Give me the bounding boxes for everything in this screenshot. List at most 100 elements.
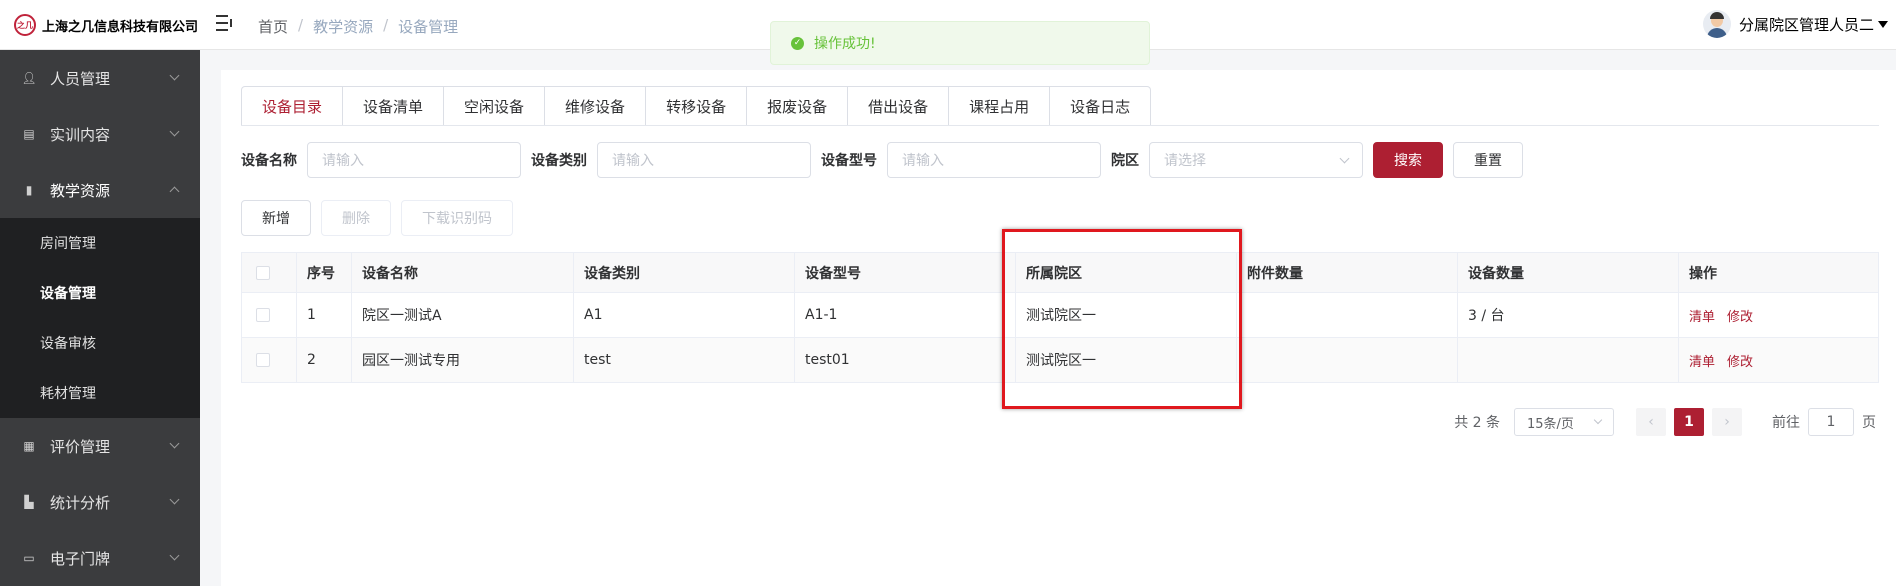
breadcrumb-teaching-resources[interactable]: 教学资源 bbox=[313, 16, 373, 37]
tab-transfer-devices[interactable]: 转移设备 bbox=[646, 86, 748, 126]
calendar-icon: ▦ bbox=[23, 439, 35, 453]
check-circle-icon: ✓ bbox=[791, 36, 804, 50]
breadcrumb: 首页 / 教学资源 / 设备管理 bbox=[258, 16, 458, 37]
prev-page-button[interactable]: ‹ bbox=[1636, 408, 1666, 436]
sidebar-item-teaching-resources[interactable]: ▮ 教学资源 bbox=[0, 162, 200, 218]
sidebar-item-doorplate[interactable]: ▭ 电子门牌 bbox=[0, 530, 200, 586]
tab-device-catalog[interactable]: 设备目录 bbox=[241, 86, 344, 126]
cell-operations: 清单 修改 bbox=[1679, 338, 1878, 382]
chevron-down-icon bbox=[1339, 153, 1350, 164]
cell-campus: 测试院区一 bbox=[1016, 293, 1237, 337]
select-all-cell bbox=[242, 253, 297, 292]
list-link[interactable]: 清单 bbox=[1689, 306, 1715, 325]
campus-select[interactable]: 请选择 bbox=[1149, 142, 1363, 178]
goto-suffix: 页 bbox=[1862, 415, 1876, 431]
page-size-select[interactable]: 15条/页 bbox=[1514, 408, 1614, 436]
edit-link[interactable]: 修改 bbox=[1727, 351, 1753, 370]
monitor-icon: ▭ bbox=[23, 551, 35, 565]
breadcrumb-home[interactable]: 首页 bbox=[258, 16, 288, 37]
chevron-up-icon bbox=[169, 186, 180, 197]
chevron-down-icon bbox=[169, 438, 180, 449]
device-tabs: 设备目录 设备清单 空闲设备 维修设备 转移设备 报废设备 借出设备 课程占用 … bbox=[241, 86, 1152, 126]
tab-scrapped-devices[interactable]: 报废设备 bbox=[747, 86, 849, 126]
search-button[interactable]: 搜索 bbox=[1373, 142, 1443, 178]
sidebar-item-label: 评价管理 bbox=[50, 437, 111, 456]
add-button[interactable]: 新增 bbox=[241, 200, 311, 236]
header-device-name: 设备名称 bbox=[352, 253, 574, 292]
menu-toggle-icon[interactable] bbox=[216, 15, 234, 31]
submenu-item-rooms[interactable]: 房间管理 bbox=[0, 218, 200, 268]
table-header-row: 序号 设备名称 设备类别 设备型号 所属院区 附件数量 设备数量 操作 bbox=[242, 253, 1878, 293]
cell-campus: 测试院区一 bbox=[1016, 338, 1237, 382]
reset-button[interactable]: 重置 bbox=[1453, 142, 1523, 178]
cell-attachments bbox=[1237, 338, 1458, 382]
cell-device-count bbox=[1458, 338, 1679, 382]
tab-device-list[interactable]: 设备清单 bbox=[343, 86, 445, 126]
device-type-input[interactable]: 请输入 bbox=[597, 142, 811, 178]
next-page-button[interactable]: › bbox=[1712, 408, 1742, 436]
tab-idle-devices[interactable]: 空闲设备 bbox=[444, 86, 546, 126]
edit-link[interactable]: 修改 bbox=[1727, 306, 1753, 325]
row-select-cell bbox=[242, 338, 297, 382]
device-type-label: 设备类别 bbox=[531, 153, 587, 169]
device-name-input[interactable]: 请输入 bbox=[307, 142, 521, 178]
submenu-teaching-resources: 房间管理 设备管理 设备审核 耗材管理 bbox=[0, 218, 200, 418]
cell-device-name: 园区一测试专用 bbox=[352, 338, 574, 382]
chevron-down-icon bbox=[169, 550, 180, 561]
goto-prefix: 前往 bbox=[1772, 415, 1800, 431]
tab-device-log[interactable]: 设备日志 bbox=[1050, 86, 1152, 126]
page-number-button[interactable]: 1 bbox=[1674, 408, 1704, 436]
tabs-divider bbox=[241, 125, 1879, 126]
row-checkbox[interactable] bbox=[256, 353, 270, 367]
sidebar-item-label: 实训内容 bbox=[50, 125, 111, 144]
device-model-label: 设备型号 bbox=[821, 153, 877, 169]
campus-label: 院区 bbox=[1111, 153, 1139, 169]
user-menu[interactable]: 分属院区管理人员二 bbox=[1702, 10, 1888, 38]
submenu-item-devices[interactable]: 设备管理 bbox=[0, 268, 200, 318]
select-all-checkbox[interactable] bbox=[256, 265, 270, 280]
device-model-input[interactable]: 请输入 bbox=[887, 142, 1101, 178]
sidebar-item-label: 教学资源 bbox=[50, 181, 111, 200]
toast-message: 操作成功! bbox=[814, 36, 876, 52]
sidebar-item-training[interactable]: ▤ 实训内容 bbox=[0, 106, 200, 162]
breadcrumb-separator: / bbox=[298, 16, 304, 34]
delete-button[interactable]: 删除 bbox=[321, 200, 391, 236]
header-device-type: 设备类别 bbox=[574, 253, 795, 292]
download-code-button[interactable]: 下载识别码 bbox=[401, 200, 513, 236]
chevron-down-icon bbox=[1593, 415, 1603, 425]
cell-attachments bbox=[1237, 293, 1458, 337]
sidebar-item-personnel[interactable]: 👤︎ 人员管理 bbox=[0, 50, 200, 106]
row-checkbox[interactable] bbox=[256, 308, 270, 322]
total-count: 共 2 条 bbox=[1454, 415, 1500, 431]
pagination: 共 2 条 15条/页 ‹ 1 › 前往 1 页 bbox=[1454, 408, 1876, 436]
tab-repair-devices[interactable]: 维修设备 bbox=[545, 86, 647, 126]
breadcrumb-current: 设备管理 bbox=[398, 18, 459, 36]
submenu-item-consumables[interactable]: 耗材管理 bbox=[0, 368, 200, 418]
success-toast: ✓ 操作成功! bbox=[770, 21, 1150, 65]
submenu-item-device-review[interactable]: 设备审核 bbox=[0, 318, 200, 368]
goto-page-input[interactable]: 1 bbox=[1808, 408, 1854, 436]
user-name: 分属院区管理人员二 bbox=[1738, 15, 1874, 34]
action-bar: 新增 删除 下载识别码 bbox=[241, 200, 523, 236]
tab-course-usage[interactable]: 课程占用 bbox=[949, 86, 1051, 126]
cell-operations: 清单 修改 bbox=[1679, 293, 1878, 337]
list-link[interactable]: 清单 bbox=[1689, 351, 1715, 370]
header-index: 序号 bbox=[297, 253, 352, 292]
chevron-right-icon: › bbox=[1724, 414, 1730, 430]
cell-device-name: 院区一测试A bbox=[352, 293, 574, 337]
table-row[interactable]: 2 园区一测试专用 test test01 测试院区一 清单 修改 bbox=[242, 338, 1878, 383]
chevron-left-icon: ‹ bbox=[1648, 414, 1654, 430]
brand-logo[interactable]: 之几 上海之几信息科技有限公司 bbox=[14, 14, 198, 36]
logo-mark-icon: 之几 bbox=[14, 14, 36, 36]
caret-down-icon bbox=[1878, 20, 1888, 28]
header-attachments: 附件数量 bbox=[1237, 253, 1458, 292]
cell-device-model: test01 bbox=[795, 338, 1016, 382]
chevron-down-icon bbox=[169, 70, 180, 81]
sidebar-item-evaluation[interactable]: ▦ 评价管理 bbox=[0, 418, 200, 474]
cell-device-model: A1-1 bbox=[795, 293, 1016, 337]
table-row[interactable]: 1 院区一测试A A1 A1-1 测试院区一 3 / 台 清单 修改 bbox=[242, 293, 1878, 338]
sidebar-item-statistics[interactable]: ▙ 统计分析 bbox=[0, 474, 200, 530]
user-icon: 👤︎ bbox=[21, 71, 37, 85]
tab-lent-devices[interactable]: 借出设备 bbox=[848, 86, 950, 126]
main-content: 设备目录 设备清单 空闲设备 维修设备 转移设备 报废设备 借出设备 课程占用 … bbox=[221, 70, 1896, 586]
